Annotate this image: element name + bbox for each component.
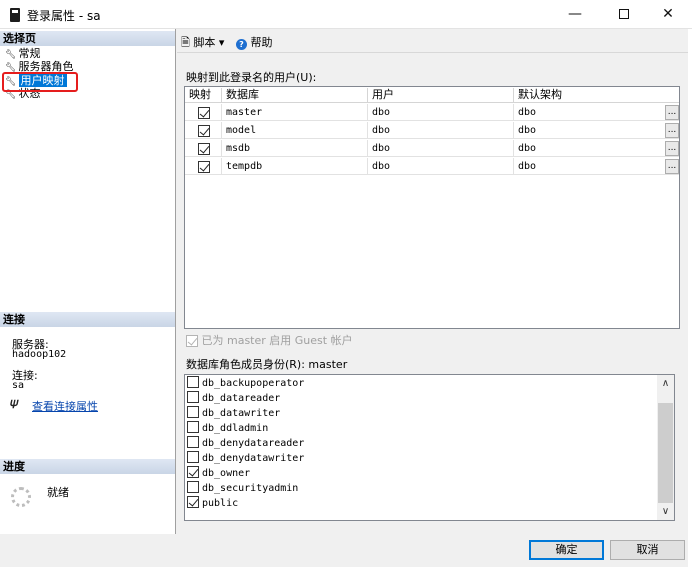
script-icon: 🗎︎ <box>181 36 190 49</box>
page-label: 常规 <box>18 47 41 60</box>
progress-status: 就绪 <box>47 486 69 499</box>
schema-cell[interactable]: dbo <box>514 140 679 157</box>
window-edge <box>688 29 692 567</box>
scrollbar-thumb[interactable] <box>658 403 673 503</box>
column-header-database[interactable]: 数据库 <box>222 88 368 102</box>
list-item[interactable]: db_owner <box>187 466 250 481</box>
close-button[interactable]: ✕ <box>645 0 691 29</box>
cancel-button[interactable]: 取消 <box>610 540 685 560</box>
role-name: public <box>202 498 239 509</box>
left-pane: 选择页 🔧︎ 常规 🔧︎ 服务器角色 🔧︎ 用户映射 🔧︎ 状态 连接 服务器:… <box>0 29 176 534</box>
chevron-down-icon: ▾ <box>218 36 225 49</box>
role-name: db_backupoperator <box>202 378 305 389</box>
database-cell: master <box>222 104 368 121</box>
page-general[interactable]: 🔧︎ 常规 <box>5 47 41 60</box>
map-checkbox[interactable] <box>198 107 210 119</box>
user-mapping-grid: 映射 数据库 用户 默认架构 master dbo dbo ... model … <box>184 86 680 329</box>
user-cell[interactable]: dbo <box>368 122 514 139</box>
guest-checkbox-box <box>186 335 198 347</box>
guest-label: 已为 master 启用 Guest 帐户 <box>201 334 353 347</box>
schema-cell[interactable]: dbo <box>514 158 679 175</box>
role-checkbox[interactable] <box>187 391 199 403</box>
list-item[interactable]: db_securityadmin <box>187 481 298 496</box>
connection-header: 连接 <box>0 312 175 327</box>
role-checkbox[interactable] <box>187 406 199 418</box>
list-item[interactable]: db_ddladmin <box>187 421 268 436</box>
database-cell: model <box>222 122 368 139</box>
role-name: db_denydatareader <box>202 438 305 449</box>
list-item[interactable]: db_datareader <box>187 391 280 406</box>
help-icon: ? <box>236 39 247 50</box>
list-item[interactable]: db_backupoperator <box>187 376 304 391</box>
scroll-up-icon[interactable]: ∧ <box>657 375 674 392</box>
grid-header: 映射 数据库 用户 默认架构 <box>185 87 679 103</box>
maximize-icon <box>619 9 629 19</box>
database-cell: msdb <box>222 140 368 157</box>
role-name: db_ddladmin <box>202 423 269 434</box>
role-checkbox[interactable] <box>187 496 199 508</box>
connection-icon: 𝛹 <box>10 398 19 411</box>
progress-header: 进度 <box>0 459 175 474</box>
role-checkbox[interactable] <box>187 376 199 388</box>
table-row[interactable]: model dbo dbo ... <box>185 122 679 139</box>
map-checkbox[interactable] <box>198 125 210 137</box>
script-button[interactable]: 🗎︎ 脚本 ▾ <box>181 34 224 53</box>
role-checkbox[interactable] <box>187 451 199 463</box>
minimize-button[interactable]: — <box>552 0 598 29</box>
connection-value: sa <box>12 380 25 391</box>
maximize-button[interactable] <box>601 0 647 29</box>
list-item[interactable]: public <box>187 496 238 511</box>
user-cell[interactable]: dbo <box>368 104 514 121</box>
schema-browse-button[interactable]: ... <box>665 105 679 120</box>
role-membership-label: 数据库角色成员身份(R): master <box>186 358 348 371</box>
role-name: db_denydatawriter <box>202 453 305 464</box>
map-checkbox[interactable] <box>198 143 210 155</box>
map-checkbox[interactable] <box>198 161 210 173</box>
select-page-header: 选择页 <box>0 31 175 46</box>
schema-cell[interactable]: dbo <box>514 122 679 139</box>
role-checkbox[interactable] <box>187 466 199 478</box>
ok-button[interactable]: 确定 <box>529 540 604 560</box>
column-header-map[interactable]: 映射 <box>185 88 222 102</box>
guest-account-checkbox: 已为 master 启用 Guest 帐户 <box>186 332 353 348</box>
schema-browse-button[interactable]: ... <box>665 141 679 156</box>
role-name: db_securityadmin <box>202 483 299 494</box>
help-button[interactable]: ? 帮助 <box>236 34 273 50</box>
list-item[interactable]: db_datawriter <box>187 406 280 421</box>
role-name: db_owner <box>202 468 251 479</box>
progress-spinner-icon <box>11 487 31 507</box>
title-bar: 登录属性 - sa — ✕ <box>0 0 692 29</box>
role-checkbox[interactable] <box>187 436 199 448</box>
user-cell[interactable]: dbo <box>368 140 514 157</box>
toolbar: 🗎︎ 脚本 ▾ ? 帮助 <box>177 29 692 53</box>
list-item[interactable]: db_denydatareader <box>187 436 304 451</box>
database-cell: tempdb <box>222 158 368 175</box>
script-label: 脚本 <box>193 36 216 49</box>
column-header-schema[interactable]: 默认架构 <box>514 88 679 102</box>
user-cell[interactable]: dbo <box>368 158 514 175</box>
server-value: hadoop102 <box>12 349 67 360</box>
help-label: 帮助 <box>250 36 273 49</box>
table-row[interactable]: tempdb dbo dbo ... <box>185 158 679 175</box>
view-connection-properties-link[interactable]: 查看连接属性 <box>32 398 98 414</box>
table-row[interactable]: msdb dbo dbo ... <box>185 140 679 157</box>
scroll-down-icon[interactable]: ∨ <box>657 503 674 520</box>
mapping-label: 映射到此登录名的用户(U): <box>186 71 317 84</box>
role-name: db_datareader <box>202 393 281 404</box>
role-name: db_datawriter <box>202 408 281 419</box>
schema-browse-button[interactable]: ... <box>665 159 679 174</box>
role-membership-list: db_backupoperator db_datareader db_dataw… <box>184 374 675 521</box>
column-header-user[interactable]: 用户 <box>368 88 514 102</box>
list-item[interactable]: db_denydatawriter <box>187 451 304 466</box>
highlight-box <box>2 72 78 92</box>
role-checkbox[interactable] <box>187 481 199 493</box>
app-icon <box>10 8 20 22</box>
table-row[interactable]: master dbo dbo ... <box>185 104 679 121</box>
role-checkbox[interactable] <box>187 421 199 433</box>
window-title: 登录属性 - sa <box>27 9 101 23</box>
schema-cell[interactable]: dbo <box>514 104 679 121</box>
schema-browse-button[interactable]: ... <box>665 123 679 138</box>
role-list-scrollbar[interactable]: ∧ ∨ <box>657 375 674 520</box>
